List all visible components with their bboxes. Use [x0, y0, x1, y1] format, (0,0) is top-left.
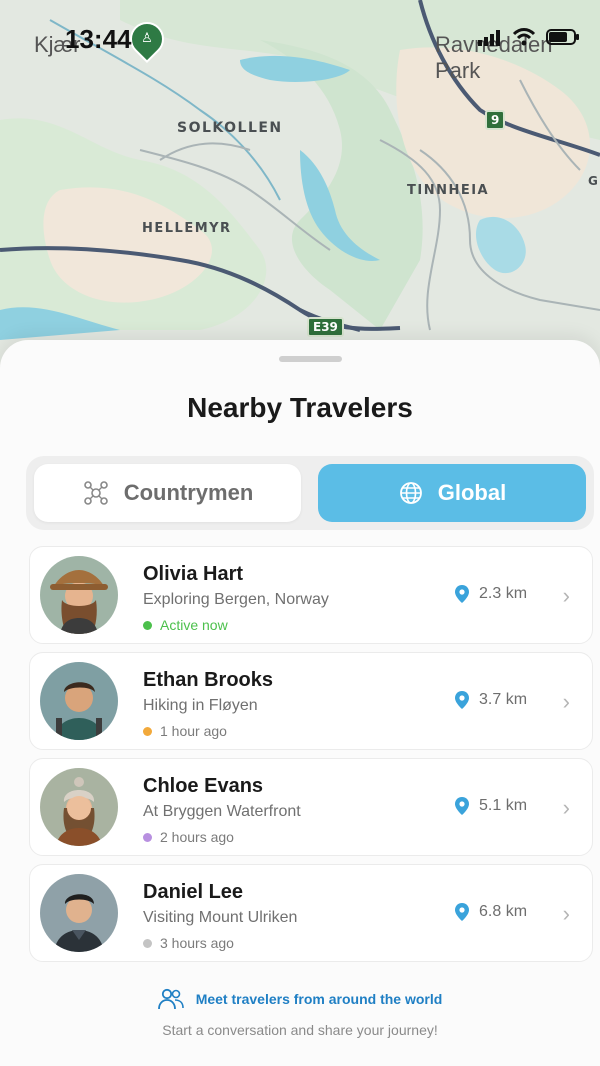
segmented-control: Countrymen Global: [26, 456, 594, 530]
traveler-activity: Visiting Mount Ulriken: [143, 909, 298, 926]
chevron-right-icon: ›: [562, 901, 570, 926]
battery-icon: [546, 29, 579, 45]
traveler-name: Ethan Brooks: [143, 669, 274, 691]
traveler-name: Olivia Hart: [143, 563, 244, 585]
traveler-card-olivia-hart[interactable]: Olivia Hart Exploring Bergen, Norway Act…: [29, 546, 593, 644]
chevron-right-icon: ›: [562, 583, 570, 608]
traveler-status: 3 hours ago: [143, 935, 234, 951]
traveler-distance: 6.8 km: [455, 903, 527, 921]
traveler-distance: 3.7 km: [455, 691, 527, 709]
tab-countrymen-label: Countrymen: [123, 480, 254, 505]
status-bar: Kjær Ravnedalen Park 13:44: [0, 0, 600, 83]
status-text: 1 hour ago: [160, 723, 227, 739]
distance-text: 2.3 km: [479, 585, 528, 602]
status-text: 3 hours ago: [160, 935, 234, 951]
avatar: [40, 874, 118, 952]
traveler-card-daniel-lee[interactable]: Daniel Lee Visiting Mount Ulriken 3 hour…: [29, 864, 593, 962]
map-label-tinnheia: TINNHEIA: [407, 183, 490, 198]
distance-text: 6.8 km: [479, 903, 528, 920]
traveler-name: Chloe Evans: [143, 775, 264, 797]
road-shield-e39: E39: [307, 317, 344, 337]
tab-countrymen[interactable]: Countrymen: [34, 464, 301, 522]
status-dot: [143, 938, 152, 948]
location-pin-icon: [455, 691, 469, 709]
bottom-sheet: Nearby Travelers Countrymen Global Olivi…: [0, 340, 600, 1066]
sheet-handle[interactable]: [279, 356, 342, 362]
globe-icon: [399, 482, 422, 504]
location-pin-icon: [455, 585, 469, 603]
avatar: [40, 556, 118, 634]
tab-global[interactable]: Global: [318, 464, 586, 522]
traveler-activity: At Bryggen Waterfront: [143, 803, 301, 820]
map-label-hellemyr: HELLEMYR: [142, 221, 232, 236]
status-icons: [478, 28, 580, 46]
status-text: 2 hours ago: [160, 829, 234, 845]
people-network-icon: [83, 481, 108, 505]
avatar: [40, 662, 118, 740]
status-dot: [143, 620, 152, 630]
traveler-activity: Exploring Bergen, Norway: [143, 591, 329, 608]
location-pin-icon: [455, 903, 469, 921]
footer-title: Meet travelers from around the world: [195, 991, 443, 1007]
footer-cta[interactable]: Meet travelers from around the world: [0, 988, 600, 1010]
users-icon: [157, 988, 184, 1010]
tab-global-label: Global: [437, 480, 507, 505]
footer-subtitle: Start a conversation and share your jour…: [162, 1022, 438, 1038]
wifi-icon: [512, 28, 536, 46]
status-dot: [143, 726, 152, 736]
status-text: Active now: [160, 617, 228, 633]
road-shield-9: 9: [485, 110, 506, 130]
status-time: 13:44: [65, 24, 132, 54]
traveler-activity: Hiking in Fløyen: [143, 697, 258, 714]
avatar: [40, 768, 118, 846]
traveler-status: 1 hour ago: [143, 723, 227, 739]
map-label-g: G: [588, 174, 600, 188]
location-pin-icon: [455, 797, 469, 815]
traveler-status: 2 hours ago: [143, 829, 234, 845]
status-dot: [143, 832, 152, 842]
sheet-title: Nearby Travelers: [187, 392, 413, 423]
distance-text: 3.7 km: [479, 691, 528, 708]
traveler-card-ethan-brooks[interactable]: Ethan Brooks Hiking in Fløyen 1 hour ago…: [29, 652, 593, 750]
traveler-distance: 5.1 km: [455, 797, 527, 815]
traveler-name: Daniel Lee: [143, 881, 244, 903]
traveler-distance: 2.3 km: [455, 585, 527, 603]
traveler-status: Active now: [143, 617, 228, 633]
chevron-right-icon: ›: [562, 795, 570, 820]
chevron-right-icon: ›: [562, 689, 570, 714]
travelers-list: Olivia Hart Exploring Bergen, Norway Act…: [29, 546, 593, 970]
traveler-card-chloe-evans[interactable]: Chloe Evans At Bryggen Waterfront 2 hour…: [29, 758, 593, 856]
map-label-solkollen: SOLKOLLEN: [177, 120, 283, 136]
signal-icon: [478, 30, 500, 46]
distance-text: 5.1 km: [479, 797, 528, 814]
